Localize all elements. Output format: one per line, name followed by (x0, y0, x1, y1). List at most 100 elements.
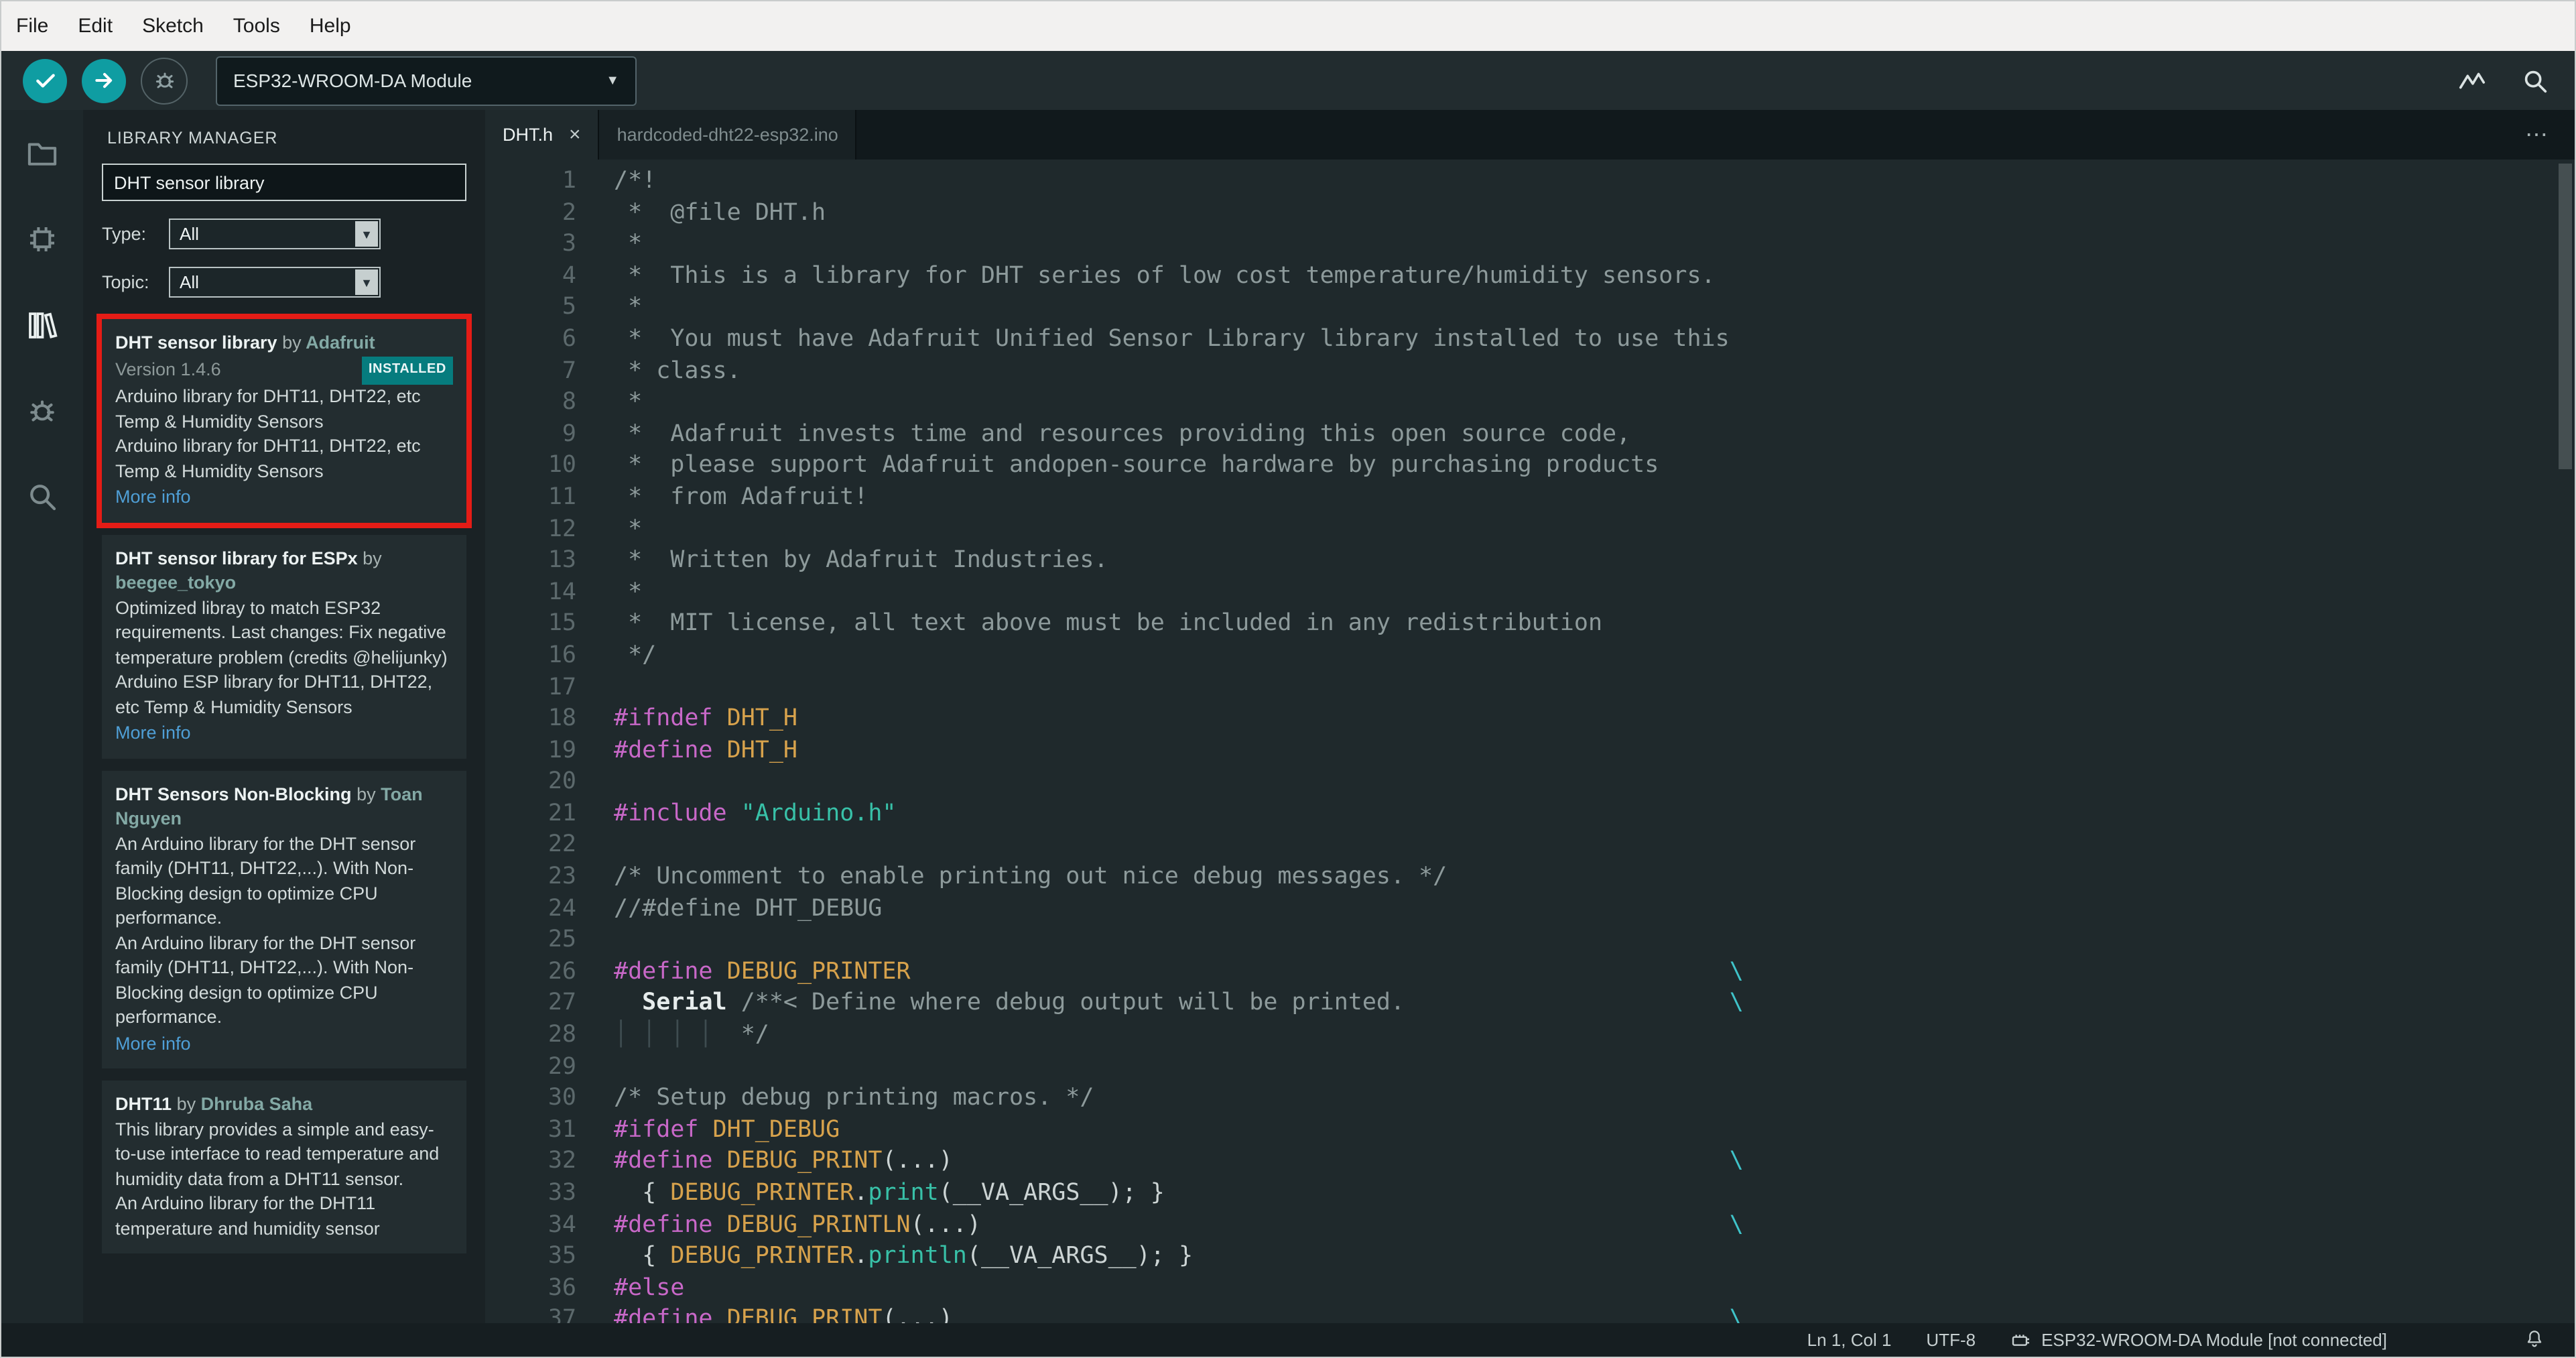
panel-title: LIBRARY MANAGER (107, 129, 278, 147)
menu-tools[interactable]: Tools (218, 15, 295, 38)
bell-icon (2524, 1327, 2545, 1349)
library-description: Arduino library for DHT11, DHT22, etc Te… (115, 386, 421, 431)
board-selector[interactable]: ESP32-WROOM-DA Module ▼ (216, 56, 637, 105)
code-editor[interactable]: 1/*! 2 * @file DHT.h 3 * 4 * This is a libr… (485, 160, 2575, 1323)
code-line[interactable]: 33 { DEBUG_PRINTER.print(__VA_ARGS__); } (485, 1178, 2575, 1210)
code-line[interactable]: 19 #define DHT_H (485, 735, 2575, 767)
code-line[interactable]: 15 * MIT license, all text above must be… (485, 609, 2575, 641)
code-line[interactable]: 31 #ifdef DHT_DEBUG (485, 1115, 2575, 1147)
code-line[interactable]: 26 #define DEBUG_PRINTER \ (485, 957, 2575, 989)
line-number: 6 (562, 325, 576, 353)
line-number: 20 (548, 768, 576, 796)
line-number: 7 (562, 357, 576, 385)
line-number: 1 (562, 168, 576, 194)
menu-sketch[interactable]: Sketch (127, 15, 218, 38)
notifications-bell-button[interactable] (2524, 1327, 2545, 1353)
code-line[interactable]: 11 * from Adafruit! (485, 483, 2575, 514)
code-line[interactable]: 35 { DEBUG_PRINTER.println(__VA_ARGS__);… (485, 1241, 2575, 1273)
library-item[interactable]: DHT sensor library by Adafruit Version 1.… (96, 314, 472, 528)
board-connection-status[interactable]: ESP32-WROOM-DA Module [not connected] (2010, 1329, 2387, 1351)
menu-help[interactable]: Help (295, 15, 366, 38)
code-text: #else (614, 1274, 685, 1302)
by-label: by (176, 1094, 196, 1114)
code-line[interactable]: 9 * Adafruit invests time and resources … (485, 420, 2575, 451)
code-line[interactable]: 32 #define DEBUG_PRINT(...) \ (485, 1147, 2575, 1178)
code-line[interactable]: 27 Serial /**< Define where debug output… (485, 989, 2575, 1020)
code-line[interactable]: 30 /* Setup debug printing macros. */ (485, 1083, 2575, 1115)
tab-dht-h[interactable]: DHT.h × (485, 110, 600, 160)
code-line[interactable]: 28 │ │ │ │ */ (485, 1020, 2575, 1052)
cursor-position[interactable]: Ln 1, Col 1 (1807, 1330, 1892, 1350)
menu-edit[interactable]: Edit (63, 15, 127, 38)
search-input[interactable] (102, 164, 466, 201)
library-item[interactable]: DHT11 by Dhruba Saha This library provide… (102, 1081, 466, 1253)
code-line[interactable]: 8 * (485, 387, 2575, 419)
code-text: * (614, 231, 643, 258)
library-item-title: DHT sensor library by Adafruit (115, 331, 453, 356)
code-text: */ (614, 641, 657, 669)
code-line[interactable]: 4 * This is a library for DHT series of … (485, 261, 2575, 293)
arrow-right-icon (90, 67, 117, 94)
code-line[interactable]: 37 #define DEBUG_PRINT(...) \ (485, 1305, 2575, 1323)
tab-hardcoded-dht22-esp32-ino[interactable]: hardcoded-dht22-esp32.ino (599, 110, 857, 160)
code-text: * MIT license, all text above must be in… (614, 610, 1603, 637)
type-filter-select[interactable]: All ▼ (169, 219, 381, 249)
code-line[interactable]: 36 #else (485, 1274, 2575, 1305)
activity-search[interactable] (1, 453, 83, 539)
code-line[interactable]: 17 (485, 672, 2575, 704)
toolbar: ESP32-WROOM-DA Module ▼ (1, 51, 2575, 110)
code-line[interactable]: 7 * class. (485, 356, 2575, 387)
verify-button[interactable] (23, 58, 67, 103)
library-item-meta: Version 1.4.6 INSTALLED (115, 356, 453, 385)
library-author: Dhruba Saha (200, 1094, 313, 1114)
code-line[interactable]: 20 (485, 767, 2575, 799)
code-line[interactable]: 29 (485, 1052, 2575, 1083)
library-item[interactable]: DHT Sensors Non-Blocking by Toan Nguyen A… (102, 770, 466, 1068)
editor-scrollbar[interactable] (2559, 164, 2572, 469)
library-manager-panel: LIBRARY MANAGER Type: All ▼ Topic: All ▼… (83, 110, 485, 1323)
code-line[interactable]: 2 * @file DHT.h (485, 198, 2575, 229)
code-line[interactable]: 13 * Written by Adafruit Industries. (485, 546, 2575, 577)
activity-boards-manager[interactable] (1, 196, 83, 282)
code-line[interactable]: 16 */ (485, 641, 2575, 672)
code-line[interactable]: 18 #ifndef DHT_H (485, 704, 2575, 735)
encoding-indicator[interactable]: UTF-8 (1926, 1330, 1976, 1350)
more-info-link[interactable]: More info (115, 721, 453, 746)
serial-monitor-button[interactable] (2520, 65, 2551, 96)
code-line[interactable]: 10 * please support Adafruit andopen-sou… (485, 451, 2575, 483)
code-text: { DEBUG_PRINTER.print(__VA_ARGS__); } (614, 1180, 1165, 1207)
code-line[interactable]: 6 * You must have Adafruit Unified Senso… (485, 324, 2575, 356)
library-item[interactable]: DHT sensor library for ESPx by beegee_to… (102, 534, 466, 758)
code-line[interactable]: 3 * (485, 229, 2575, 261)
library-author: beegee_tokyo (115, 572, 237, 593)
code-text: * (614, 294, 643, 321)
activity-library-manager[interactable] (1, 282, 83, 367)
code-line[interactable]: 23 /* Uncomment to enable printing out ni… (485, 862, 2575, 893)
line-number: 30 (548, 1085, 576, 1112)
by-label: by (357, 784, 376, 804)
more-actions-icon[interactable]: ⋯ (2525, 121, 2575, 148)
line-number: 31 (548, 1116, 576, 1144)
code-line[interactable]: 12 * (485, 514, 2575, 546)
menu-file[interactable]: File (1, 15, 63, 38)
chip-icon (24, 221, 60, 257)
code-line[interactable]: 34 #define DEBUG_PRINTLN(...) \ (485, 1210, 2575, 1241)
code-text: * class. (614, 357, 741, 385)
code-line[interactable]: 25 (485, 926, 2575, 957)
close-icon[interactable]: × (569, 123, 581, 146)
line-number: 24 (548, 895, 576, 922)
activity-sketchbook[interactable] (1, 110, 83, 196)
code-line[interactable]: 14 * (485, 577, 2575, 609)
more-info-link[interactable]: More info (115, 1032, 453, 1056)
code-line[interactable]: 21 #include "Arduino.h" (485, 799, 2575, 830)
more-info-link[interactable]: More info (115, 485, 453, 510)
code-line[interactable]: 1 /*! (485, 166, 2575, 198)
activity-debugger[interactable] (1, 367, 83, 453)
upload-button[interactable] (82, 58, 126, 103)
code-line[interactable]: 5 * (485, 293, 2575, 324)
code-line[interactable]: 22 (485, 830, 2575, 862)
topic-filter-select[interactable]: All ▼ (169, 267, 381, 298)
serial-plotter-button[interactable] (2457, 65, 2488, 96)
code-line[interactable]: 24 //#define DHT_DEBUG (485, 893, 2575, 925)
start-debugging-button[interactable] (141, 57, 188, 104)
